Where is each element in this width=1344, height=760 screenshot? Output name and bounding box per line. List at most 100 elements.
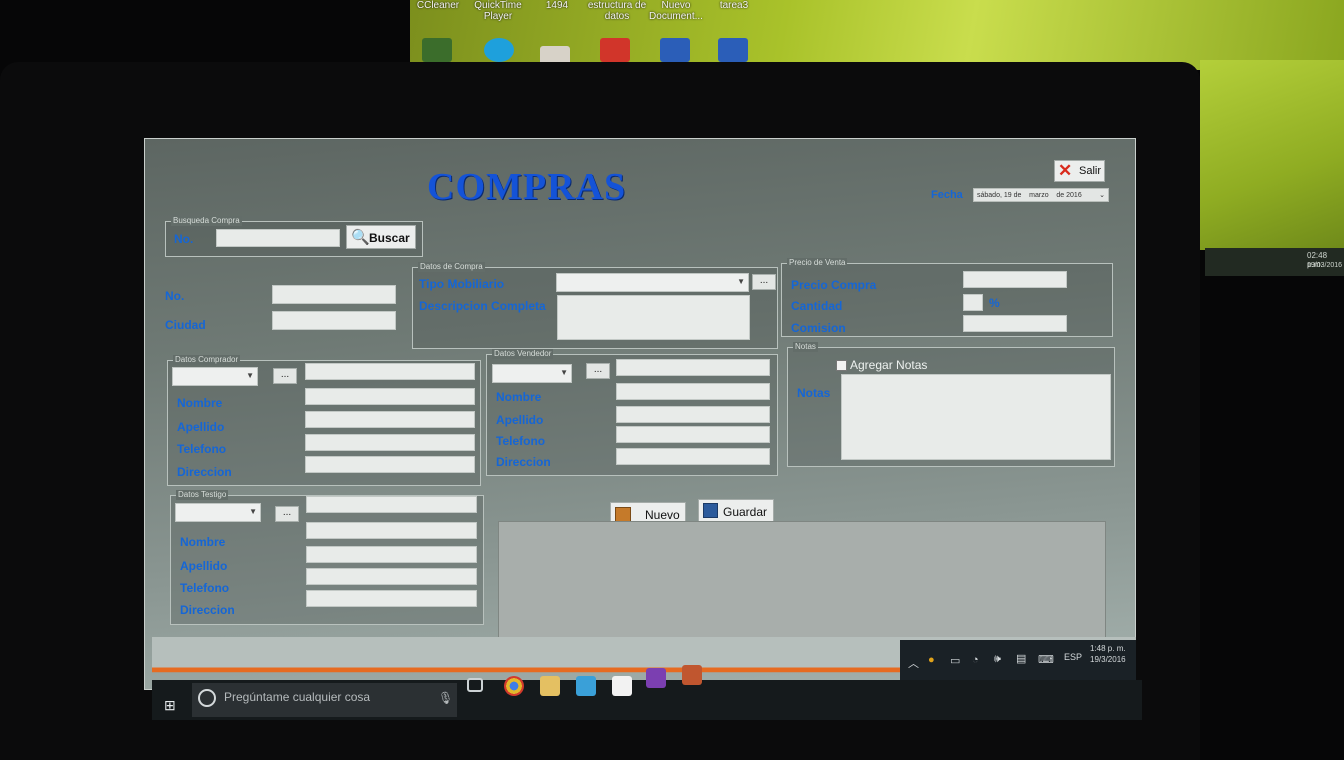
notas-textarea[interactable] [841, 374, 1111, 460]
cortana-icon [198, 689, 216, 707]
testigo-nombre-input[interactable] [306, 522, 477, 539]
vendedor-telefono-input[interactable] [616, 426, 770, 443]
app-icon[interactable] [682, 665, 702, 685]
testigo-select[interactable]: ▼ [175, 503, 261, 522]
vendedor-id-input[interactable] [616, 359, 770, 376]
vendedor-direccion-input[interactable] [616, 448, 770, 465]
volume-icon[interactable]: 🕪 [994, 653, 1001, 666]
testigo-more-button[interactable]: ... [275, 506, 299, 522]
new-folder-icon [615, 507, 631, 522]
keyboard-icon[interactable]: ⌨ [1038, 653, 1054, 666]
chrome-icon[interactable] [504, 676, 524, 696]
testigo-apellido-input[interactable] [306, 546, 477, 563]
chevron-down-icon: ▼ [246, 371, 254, 380]
testigo-id-input[interactable] [306, 496, 477, 513]
busqueda-no-input[interactable] [216, 229, 340, 247]
chevron-up-icon[interactable]: ︿ [908, 655, 919, 671]
group-title: Datos de Compra [418, 262, 485, 272]
desktop-icon-label: tarea3 [719, 0, 749, 11]
comprador-nombre-label: Nombre [177, 396, 223, 410]
tipo-mobiliario-more-button[interactable]: ... [752, 274, 776, 290]
date-month: marzo [1029, 192, 1049, 199]
comprador-more-button[interactable]: ... [273, 368, 297, 384]
fecha-label: Fecha [931, 189, 963, 201]
desktop-icon-label: QuickTime Player [474, 0, 522, 22]
busqueda-no-label: No. [174, 232, 194, 246]
media-player-icon[interactable] [576, 676, 596, 696]
vendedor-apellido-label: Apellido [496, 413, 544, 427]
precio-venta-group: Precio de Venta Precio Compra Cantidad %… [781, 258, 1113, 337]
descripcion-textarea[interactable] [557, 295, 750, 340]
vendedor-select[interactable]: ▼ [492, 364, 572, 383]
buscar-button[interactable]: 🔍 Buscar [346, 225, 416, 249]
agregar-notas-label: Agregar Notas [850, 358, 928, 372]
group-title: Busqueda Compra [171, 216, 242, 226]
no-input[interactable] [272, 285, 396, 304]
comprador-group: Datos Comprador ▼ ... Nombre Apellido Te… [167, 355, 481, 486]
notification-icon[interactable]: ▤ [1016, 652, 1026, 665]
comprador-id-input[interactable] [305, 363, 475, 380]
group-title: Datos Testigo [176, 490, 229, 500]
task-view-icon[interactable] [467, 678, 483, 692]
cantidad-input[interactable] [963, 294, 983, 311]
comprador-direccion-label: Direccion [177, 465, 232, 479]
comision-input[interactable] [963, 315, 1067, 332]
exit-button[interactable]: ✕ Salir [1054, 160, 1105, 182]
clock-date[interactable]: 19/3/2016 [1090, 655, 1126, 664]
nuevo-button-label: Nuevo [645, 508, 680, 522]
store-icon[interactable] [612, 676, 632, 696]
group-title: Notas [793, 342, 818, 352]
language-indicator[interactable]: ESP [1064, 652, 1082, 662]
microphone-icon[interactable]: 🎙 [438, 691, 453, 705]
ccleaner-icon[interactable] [422, 38, 452, 62]
pdf-icon[interactable] [600, 38, 630, 62]
guardar-button[interactable]: Guardar [698, 499, 774, 523]
chevron-down-icon: ▼ [560, 368, 568, 377]
testigo-group: Datos Testigo ▼ ... Nombre Apellido Tele… [170, 490, 484, 625]
date-year: de 2016 [1056, 192, 1082, 199]
file-explorer-icon[interactable] [540, 676, 560, 696]
testigo-telefono-input[interactable] [306, 568, 477, 585]
windows-icon[interactable]: ⊞ [164, 697, 176, 714]
comprador-nombre-input[interactable] [305, 388, 475, 405]
precio-compra-label: Precio Compra [791, 278, 877, 292]
descripcion-label: Descripcion Completa [419, 299, 546, 313]
vendedor-more-button[interactable]: ... [586, 363, 610, 379]
ciudad-input[interactable] [272, 311, 396, 330]
agregar-notas-checkbox[interactable] [836, 360, 847, 371]
word-document-icon[interactable] [660, 38, 690, 62]
skype-icon[interactable] [484, 38, 514, 62]
chevron-down-icon: ▼ [249, 507, 257, 516]
testigo-nombre-label: Nombre [180, 535, 226, 549]
wifi-icon[interactable]: ◔ [972, 654, 979, 666]
comprador-telefono-input[interactable] [305, 434, 475, 451]
vendedor-apellido-input[interactable] [616, 406, 770, 423]
save-icon [703, 503, 718, 518]
date-picker[interactable]: sábado, 19 de marzo de 2016 ⌄ [973, 188, 1109, 202]
tipo-mobiliario-select[interactable]: ▼ [556, 273, 749, 292]
vendedor-telefono-label: Telefono [496, 434, 546, 448]
desktop-icon-label: Nuevo Document... [649, 0, 703, 22]
clock-time[interactable]: 1:48 p. m. [1090, 644, 1126, 653]
percent-label: % [989, 296, 1000, 310]
vendedor-direccion-label: Direccion [496, 455, 551, 469]
cantidad-label: Cantidad [791, 299, 843, 313]
precio-compra-input[interactable] [963, 271, 1067, 288]
testigo-direccion-input[interactable] [306, 590, 477, 607]
norton-icon[interactable]: ● [928, 654, 935, 666]
testigo-apellido-label: Apellido [180, 559, 228, 573]
compras-grid[interactable] [498, 521, 1106, 655]
vendedor-nombre-label: Nombre [496, 390, 542, 404]
battery-icon[interactable]: ▭ [950, 654, 960, 667]
comprador-direccion-input[interactable] [305, 456, 475, 473]
guardar-button-label: Guardar [723, 505, 768, 519]
vendedor-group: Datos Vendedor ▼ ... Nombre Apellido Tel… [486, 349, 778, 476]
comprador-apellido-label: Apellido [177, 420, 225, 434]
group-title: Datos Comprador [173, 355, 241, 365]
visual-studio-icon[interactable] [646, 668, 666, 688]
comprador-apellido-input[interactable] [305, 411, 475, 428]
notas-label: Notas [797, 386, 831, 400]
word-document-icon[interactable] [718, 38, 748, 62]
comprador-select[interactable]: ▼ [172, 367, 258, 386]
vendedor-nombre-input[interactable] [616, 383, 770, 400]
